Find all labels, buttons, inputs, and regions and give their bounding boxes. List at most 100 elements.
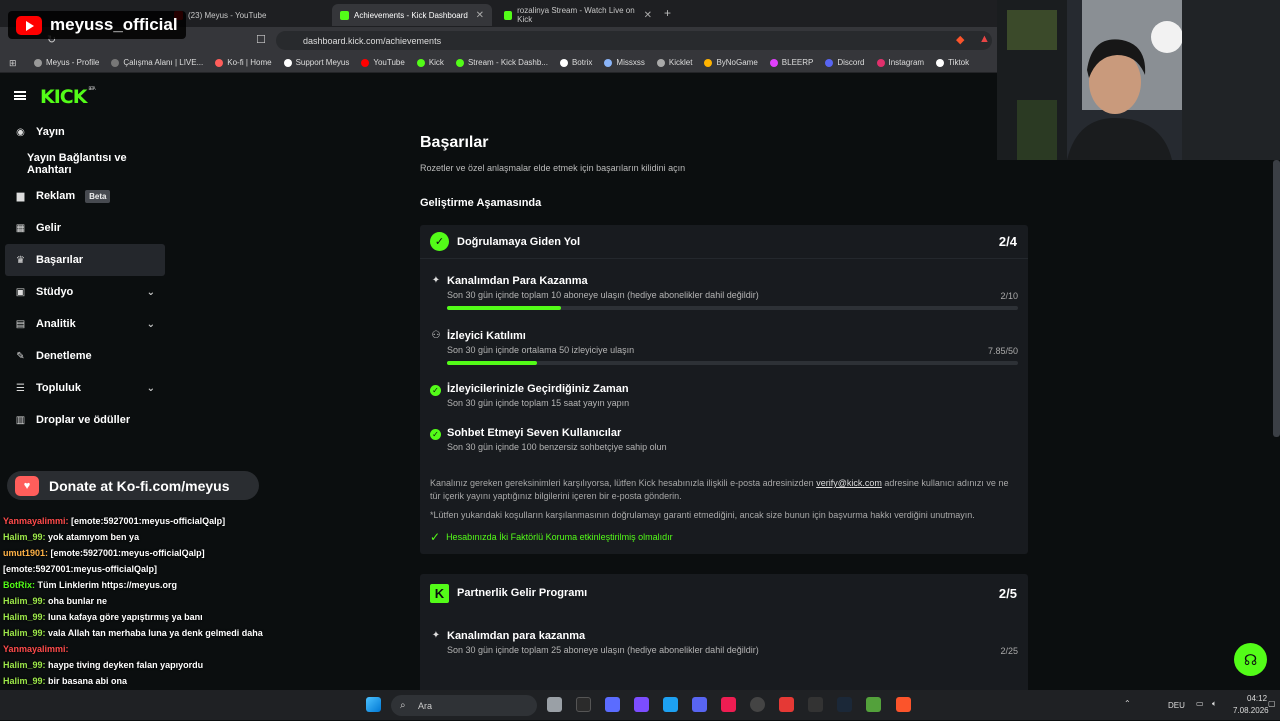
app-icon[interactable] xyxy=(779,697,794,712)
tab-achievements[interactable]: Achievements - Kick Dashboard ✕ xyxy=(332,4,492,26)
bookmark-favicon-icon xyxy=(656,58,665,67)
chat-username[interactable]: Halim_99: xyxy=(3,676,46,686)
bookmark-item[interactable]: Support Meyus xyxy=(283,58,349,67)
bookmark-item[interactable]: Stream - Kick Dashb... xyxy=(455,58,548,67)
support-chat-button[interactable]: ☊ xyxy=(1234,643,1267,676)
app-grid-icon[interactable] xyxy=(634,697,649,712)
sidebar-item-topluluk[interactable]: ☰ Topluluk ⌄ xyxy=(5,372,165,404)
chat-message: BotRix: Tüm Linklerim https://meyus.org xyxy=(0,577,300,593)
bookmark-item[interactable]: Tiktok xyxy=(936,58,969,67)
chat-username[interactable]: Halim_99: xyxy=(3,532,46,542)
card-header[interactable]: K Partnerlik Gelir Programı 2/5 xyxy=(420,574,1028,612)
verification-disclaimer: *Lütfen yukarıdaki koşulların karşılanma… xyxy=(430,510,975,520)
close-tab-icon[interactable]: ✕ xyxy=(644,10,652,21)
chat-message: Yanmayalimmi: [emote:5927001:meyus-offic… xyxy=(0,513,300,529)
clock-time[interactable]: 04:12 xyxy=(1247,694,1267,703)
kick-logo[interactable]: KICK BETA xyxy=(40,86,96,108)
menu-icon[interactable] xyxy=(14,91,26,100)
close-tab-icon[interactable]: ✕ xyxy=(476,10,484,21)
bookmark-item[interactable]: Instagram xyxy=(876,58,924,67)
taskbar-search[interactable]: ⌕ Ara xyxy=(391,695,537,716)
tray-chevron-icon[interactable]: ⌃ xyxy=(1124,699,1131,708)
notification-icon[interactable]: ▢ xyxy=(1268,699,1276,708)
sidebar-item-analitik[interactable]: ▤ Analitik ⌄ xyxy=(5,308,165,340)
card-title: Partnerlik Gelir Programı xyxy=(457,587,588,599)
tiktok-icon[interactable] xyxy=(721,697,736,712)
chat-message: umut1901: [emote:5927001:meyus-officialQ… xyxy=(0,545,300,561)
chat-username[interactable]: Halim_99: xyxy=(3,596,46,606)
chat-username[interactable]: BotRix: xyxy=(3,580,35,590)
chat-text: bir basana abi ona xyxy=(45,676,128,686)
bookmark-item[interactable]: Kick xyxy=(416,58,444,67)
chat-username[interactable]: Halim_99: xyxy=(3,612,46,622)
chat-username[interactable]: Halim_99: xyxy=(3,660,46,670)
bookmark-item[interactable]: Meyus - Profile xyxy=(34,58,99,67)
sidebar-item-stream-key[interactable]: Yayın Bağlantısı ve Anahtarı xyxy=(5,148,165,180)
sidebar-item-yayin[interactable]: ◉ Yayın xyxy=(5,116,165,148)
volume-icon[interactable]: 🔈︎ xyxy=(1212,699,1217,709)
sidebar-item-basarilar[interactable]: ♛ Başarılar xyxy=(5,244,165,276)
new-tab-icon[interactable]: + xyxy=(664,6,671,20)
kick-logo-icon: K xyxy=(430,583,449,603)
chat-message: Halim_99: haype tiving deyken falan yapı… xyxy=(0,657,300,673)
chat-text: [emote:5927001:meyus-officialQalp] xyxy=(48,548,205,558)
verification-note: Kanalınız gereken gereksinimleri karşılı… xyxy=(430,478,1009,501)
card-count: 2/4 xyxy=(998,234,1017,249)
scrollbar[interactable] xyxy=(1273,160,1280,437)
bookmark-favicon-icon xyxy=(416,58,425,67)
obs-icon[interactable] xyxy=(750,697,765,712)
clock-date[interactable]: 7.08.2026 xyxy=(1233,706,1269,715)
windows-start-icon[interactable] xyxy=(366,697,381,712)
url-field[interactable]: dashboard.kick.com/achievements xyxy=(276,31,992,50)
check-mark-icon: ✓ xyxy=(430,530,441,544)
bookmark-item[interactable]: ByNoGame xyxy=(704,58,758,67)
network-icon[interactable]: ▭ xyxy=(1196,699,1204,708)
task-view-icon[interactable] xyxy=(547,697,562,712)
terminal-icon[interactable] xyxy=(576,697,591,712)
chevron-down-icon[interactable]: ⌄ xyxy=(147,383,155,394)
chat-username[interactable]: Halim_99: xyxy=(3,628,46,638)
tab-youtube[interactable]: (23) Meyus - YouTube xyxy=(166,4,330,26)
bookmark-item[interactable]: Çalışma Alanı | LIVE... xyxy=(111,58,203,67)
bookmark-item[interactable]: Kicklet xyxy=(656,58,692,67)
community-icon: ☰ xyxy=(16,382,25,394)
bookmark-item[interactable]: YouTube xyxy=(361,58,405,67)
chat-username[interactable]: Yanmayalimmi: xyxy=(3,516,69,526)
sidebar-item-denetleme[interactable]: ✎ Denetleme xyxy=(5,340,165,372)
chat-username[interactable]: Yanmayalimmi: xyxy=(3,644,69,654)
search-icon: ⌕ xyxy=(400,700,406,711)
bookmark-item[interactable]: BLEERP xyxy=(769,58,813,67)
chat-text: vala Allah tan merhaba luna ya denk gelm… xyxy=(45,628,263,638)
bookmark-item[interactable]: Missxss xyxy=(604,58,645,67)
chat-username[interactable]: umut1901: xyxy=(3,548,48,558)
brave-icon[interactable] xyxy=(896,697,911,712)
brave-shield-icon[interactable]: ◆ xyxy=(956,33,964,46)
apps-grid-icon[interactable]: ⊞ xyxy=(9,58,17,69)
bookmark-item[interactable]: Discord xyxy=(825,58,865,67)
achievement-item: ✦ Kanalımdan para kazanma Son 30 gün içi… xyxy=(431,630,1018,656)
sidebar-item-gelir[interactable]: ▦ Gelir xyxy=(5,212,165,244)
bookmark-item[interactable]: Botrix xyxy=(559,58,592,67)
rewards-icon[interactable]: ▲ xyxy=(979,33,990,45)
bookmark-item[interactable]: Ko-fi | Home xyxy=(215,58,272,67)
bookmark-icon[interactable]: ☐ xyxy=(256,33,266,46)
steam-icon[interactable] xyxy=(837,697,852,712)
tab-rozalinya[interactable]: rozalinya Stream - Watch Live on Kick ✕ xyxy=(496,4,660,26)
app-icon[interactable] xyxy=(605,697,620,712)
epic-games-icon[interactable] xyxy=(808,697,823,712)
minecraft-icon[interactable] xyxy=(866,697,881,712)
app-icon[interactable] xyxy=(663,697,678,712)
sidebar-item-droplar[interactable]: ▥ Droplar ve ödüller xyxy=(5,404,165,436)
sidebar-item-reklam[interactable]: ▆ Reklam Beta xyxy=(5,180,165,212)
card-header[interactable]: ✓ Doğrulamaya Giden Yol 2/4 xyxy=(420,225,1028,259)
sparkle-icon: ✦ xyxy=(431,275,441,286)
achievement-card-verification: ✓ Doğrulamaya Giden Yol 2/4 ✦ Kanalımdan… xyxy=(420,225,1028,554)
input-language[interactable]: DEU xyxy=(1168,701,1185,710)
verify-email-link[interactable]: verify@kick.com xyxy=(816,478,882,488)
kofi-heart-icon: ♥ xyxy=(15,475,39,496)
chevron-down-icon[interactable]: ⌄ xyxy=(147,287,155,298)
discord-icon[interactable] xyxy=(692,697,707,712)
sidebar-item-studyo[interactable]: ▣ Stüdyo ⌄ xyxy=(5,276,165,308)
chevron-down-icon[interactable]: ⌄ xyxy=(147,319,155,330)
kick-favicon-icon xyxy=(504,10,513,20)
